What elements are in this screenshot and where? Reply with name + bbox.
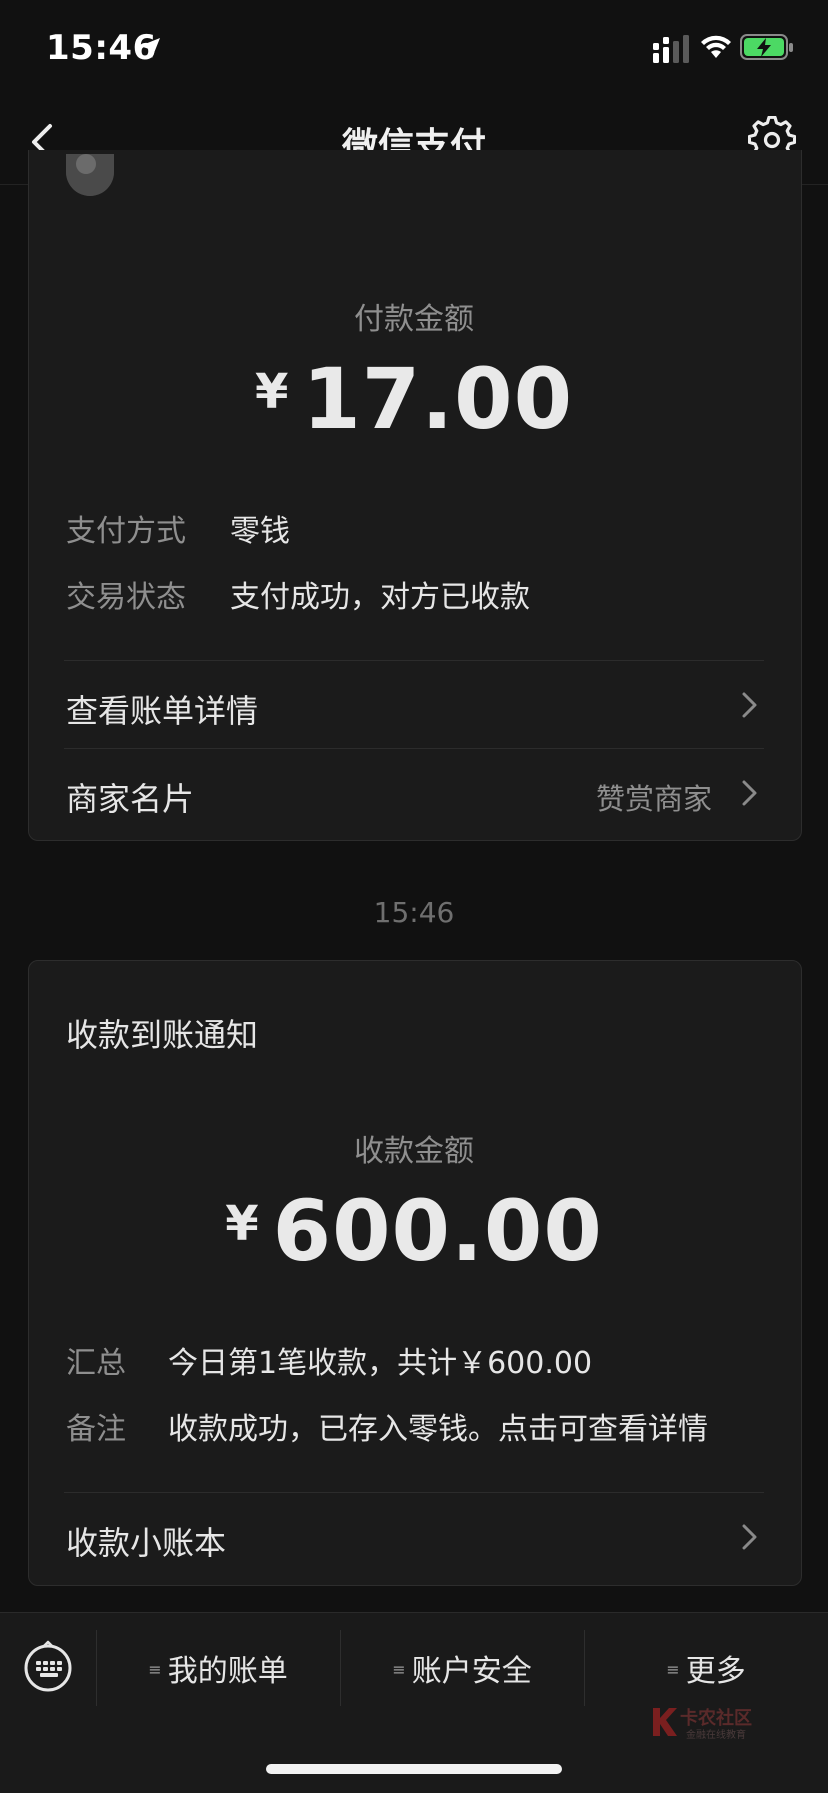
cellular-signal-icon (653, 35, 689, 63)
payment-amount-label: 付款金额 (354, 302, 474, 337)
transaction-status-value: 支付成功，对方已收款 (230, 580, 530, 615)
location-arrow-icon (140, 38, 160, 58)
chevron-right-icon (742, 692, 757, 718)
tab-separator (584, 1630, 585, 1706)
remark-value: 收款成功，已存入零钱。点击可查看详情 (168, 1412, 708, 1447)
tab-more-label: 更多 (685, 1654, 746, 1689)
receipt-card-title: 收款到账通知 (66, 1016, 259, 1054)
merchant-card-label: 商家名片 (66, 780, 195, 818)
receipt-amount-label: 收款金额 (354, 1134, 474, 1169)
payment-method-label: 支付方式 (66, 514, 186, 549)
transaction-status-label: 交易状态 (66, 580, 186, 615)
view-bill-details-label: 查看账单详情 (66, 692, 259, 730)
summary-value: 今日第1笔收款，共计￥600.00 (168, 1346, 593, 1381)
reward-merchant-text: 赞赏商家 (596, 782, 713, 816)
tab-my-bills-label: 我的账单 (167, 1654, 288, 1689)
tab-account-security-label: 账户安全 (411, 1654, 532, 1689)
tab-more[interactable]: ≡ 更多 (586, 1646, 826, 1690)
payment-amount: ¥17.00 (0, 350, 828, 448)
home-indicator[interactable] (266, 1764, 562, 1774)
payment-amount-value: 17.00 (302, 350, 574, 448)
tab-my-bills[interactable]: ≡ 我的账单 (98, 1646, 338, 1690)
currency-symbol: ¥ (225, 1196, 259, 1252)
divider (64, 660, 764, 661)
wifi-icon (701, 35, 731, 58)
message-timestamp: 15:46 (373, 896, 455, 929)
watermark-logo: 卡农社区 金融在线教育 (650, 1706, 770, 1742)
payment-method-value: 零钱 (230, 514, 290, 549)
menu-lines-icon: ≡ (148, 1660, 162, 1679)
menu-lines-icon: ≡ (666, 1660, 680, 1679)
currency-symbol: ¥ (254, 364, 289, 420)
remark-label: 备注 (66, 1412, 126, 1447)
receipt-amount-value: 600.00 (272, 1182, 603, 1280)
chevron-right-icon (742, 1524, 757, 1550)
battery-charging-icon (740, 34, 793, 60)
tab-separator (340, 1630, 341, 1706)
tab-separator (96, 1630, 97, 1706)
divider (64, 1492, 764, 1493)
watermark-subtitle: 金融在线教育 (686, 1730, 746, 1741)
summary-label: 汇总 (66, 1346, 126, 1381)
menu-lines-icon: ≡ (392, 1660, 406, 1679)
receipt-amount: ¥600.00 (0, 1182, 828, 1280)
divider (64, 748, 764, 749)
keyboard-icon[interactable] (22, 1640, 74, 1692)
tab-account-security[interactable]: ≡ 账户安全 (342, 1646, 582, 1690)
receipt-ledger-label: 收款小账本 (66, 1524, 227, 1562)
chevron-right-icon (742, 780, 757, 806)
